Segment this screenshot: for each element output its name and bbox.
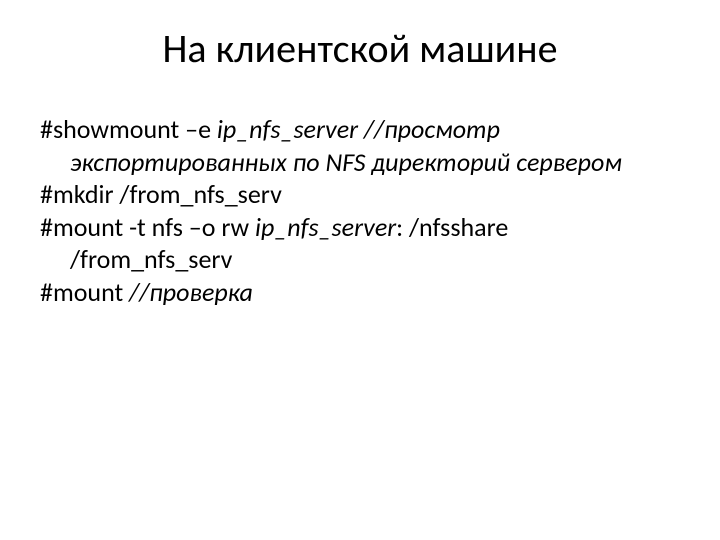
command-line-2: #mkdir /from_nfs_serv: [40, 178, 680, 211]
comment-check: //проверка: [129, 276, 253, 308]
cmd-mount-path: : /nfsshare: [396, 211, 508, 243]
command-line-1: #showmount –e ip_nfs_server //просмотр: [40, 113, 680, 146]
comment-line-1: экспортированных по NFS директорий серве…: [40, 146, 680, 179]
slide-title: На клиентской машине: [40, 24, 680, 73]
command-line-3: #mount -t nfs –o rw ip_nfs_server: /nfss…: [40, 211, 680, 244]
slide-content: #showmount –e ip_nfs_server //просмотр э…: [40, 113, 680, 308]
slide-container: На клиентской машине #showmount –e ip_nf…: [0, 0, 720, 540]
cmd-showmount: #showmount –e: [40, 113, 217, 145]
command-line-3-cont: /from_nfs_serv: [40, 243, 680, 276]
cmd-mount-server: ip_nfs_server: [255, 211, 396, 243]
cmd-showmount-arg: ip_nfs_server //просмотр: [217, 113, 500, 145]
command-line-4: #mount //проверка: [40, 276, 680, 309]
cmd-mount-check: #mount: [40, 276, 129, 308]
cmd-mount: #mount -t nfs –o rw: [40, 211, 255, 243]
